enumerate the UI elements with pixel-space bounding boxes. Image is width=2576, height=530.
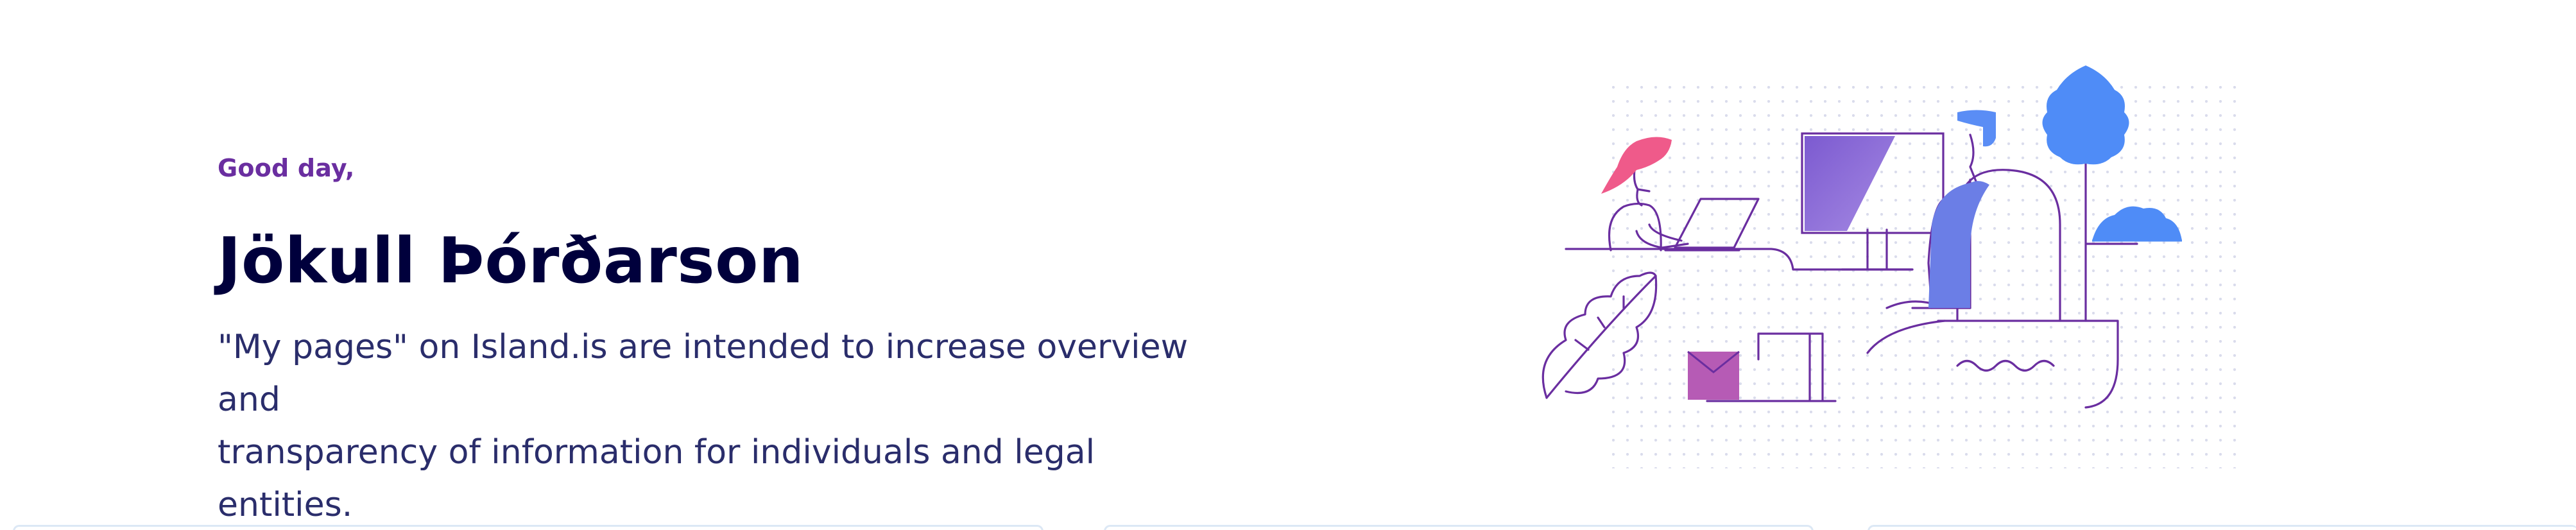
overview-page: Good day, Jökull Þórðarson "My pages" on… [0,0,2576,530]
shortcut-card-3[interactable] [1868,525,2576,530]
dot-grid-background [1604,77,2246,468]
user-name-heading: Jökull Þórðarson [218,225,804,298]
intro-line-1: "My pages" on Island.is are intended to … [218,328,1189,419]
office-workers-illustration-icon [1541,65,2246,468]
envelope-icon [1687,350,1740,400]
intro-line-2: transparency of information for individu… [218,433,1095,524]
greeting-text: Good day, [218,154,355,182]
shortcut-card-2[interactable] [1104,525,1814,530]
shortcut-card-1[interactable] [13,525,1043,530]
shortcut-cards-row [0,525,2576,530]
intro-paragraph: "My pages" on Island.is are intended to … [218,321,1193,530]
